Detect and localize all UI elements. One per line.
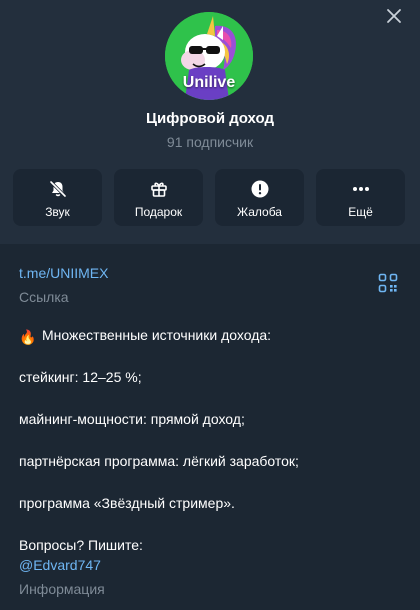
report-button[interactable]: Жалоба xyxy=(215,169,304,226)
link-caption: Ссылка xyxy=(19,289,69,305)
description-caption: Информация xyxy=(19,581,105,597)
channel-title: Цифровой доход xyxy=(146,110,274,127)
mute-button[interactable]: Звук xyxy=(13,169,102,226)
close-icon xyxy=(387,9,401,23)
more-button[interactable]: Ещё xyxy=(316,169,405,226)
description-line-1: 🔥 Множественные источники дохода: xyxy=(19,327,271,346)
description-line-3: майнинг-мощности: прямой доход; xyxy=(19,411,245,427)
more-icon xyxy=(350,178,372,200)
close-button[interactable] xyxy=(380,2,408,30)
gift-button[interactable]: Подарок xyxy=(114,169,203,226)
gift-label: Подарок xyxy=(134,205,183,219)
alert-icon xyxy=(249,178,271,200)
description-line-4: партнёрская программа: лёгкий заработок; xyxy=(19,453,299,469)
avatar: Unilive xyxy=(165,12,253,100)
gift-icon xyxy=(148,178,170,200)
description-text-1: Множественные источники дохода: xyxy=(42,327,272,343)
description-line-2: стейкинг: 12–25 %; xyxy=(19,369,142,385)
channel-link[interactable]: t.me/UNIIMEX xyxy=(19,265,108,281)
action-bar: Звук Подарок Жалоба Ещё xyxy=(13,169,407,227)
qr-code-button[interactable] xyxy=(376,271,400,295)
subscriber-count: 91 подписчик xyxy=(166,134,254,150)
fire-emoji: 🔥 xyxy=(19,329,37,345)
channel-header: Unilive Цифровой доход 91 подписчик Звук xyxy=(0,0,420,244)
qr-code-icon xyxy=(378,273,398,293)
username-mention[interactable]: @Edvard747 xyxy=(19,557,101,573)
more-label: Ещё xyxy=(348,205,373,219)
mute-label: Звук xyxy=(45,205,70,219)
description-line-5: программа «Звёздный стример». xyxy=(19,495,235,511)
channel-info: t.me/UNIIMEX Ссылка 🔥 Множественные источ… xyxy=(0,244,420,610)
report-label: Жалоба xyxy=(237,205,282,219)
description-line-6: Вопросы? Пишите: xyxy=(19,537,143,553)
avatar-label: Unilive xyxy=(182,74,236,91)
bell-off-icon xyxy=(47,178,69,200)
